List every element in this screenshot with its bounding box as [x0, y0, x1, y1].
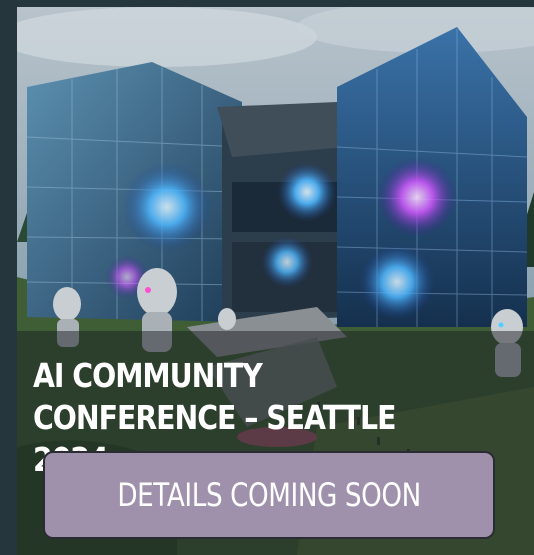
event-card: AI COMMUNITY CONFERENCE – SEATTLE 2024 D…: [17, 7, 534, 555]
details-button-label: DETAILS COMING SOON: [117, 476, 421, 514]
details-coming-soon-button[interactable]: DETAILS COMING SOON: [43, 451, 495, 539]
